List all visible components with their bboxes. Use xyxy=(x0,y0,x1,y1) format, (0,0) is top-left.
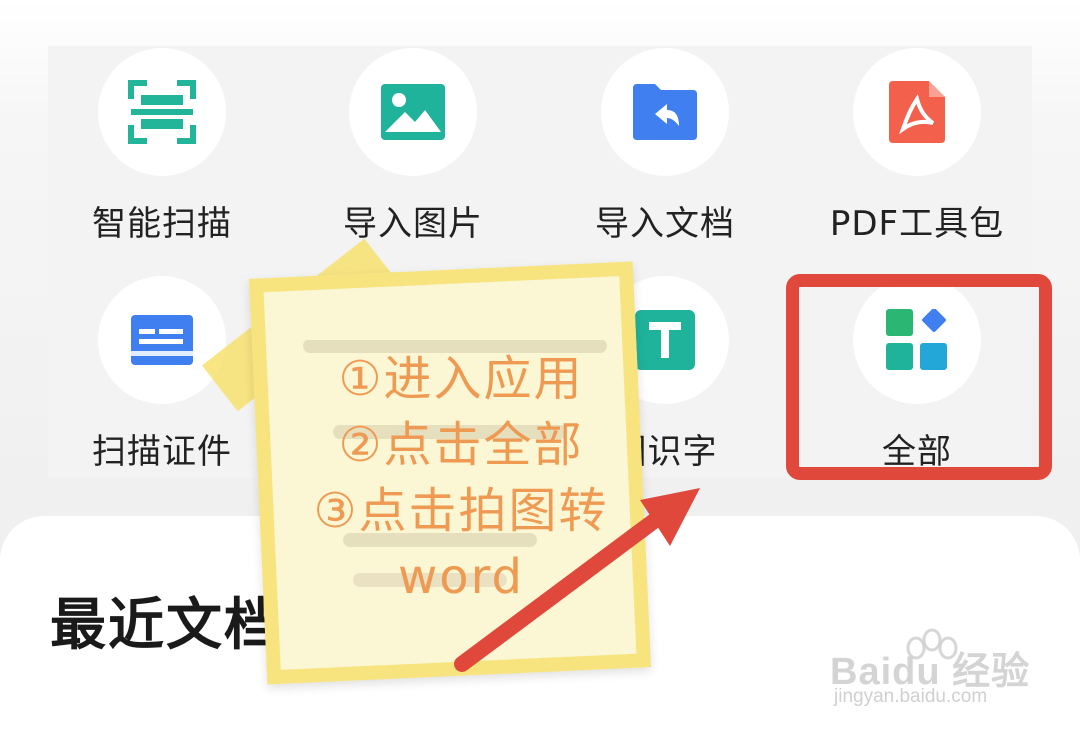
watermark-url: jingyan.baidu.com xyxy=(834,686,988,707)
